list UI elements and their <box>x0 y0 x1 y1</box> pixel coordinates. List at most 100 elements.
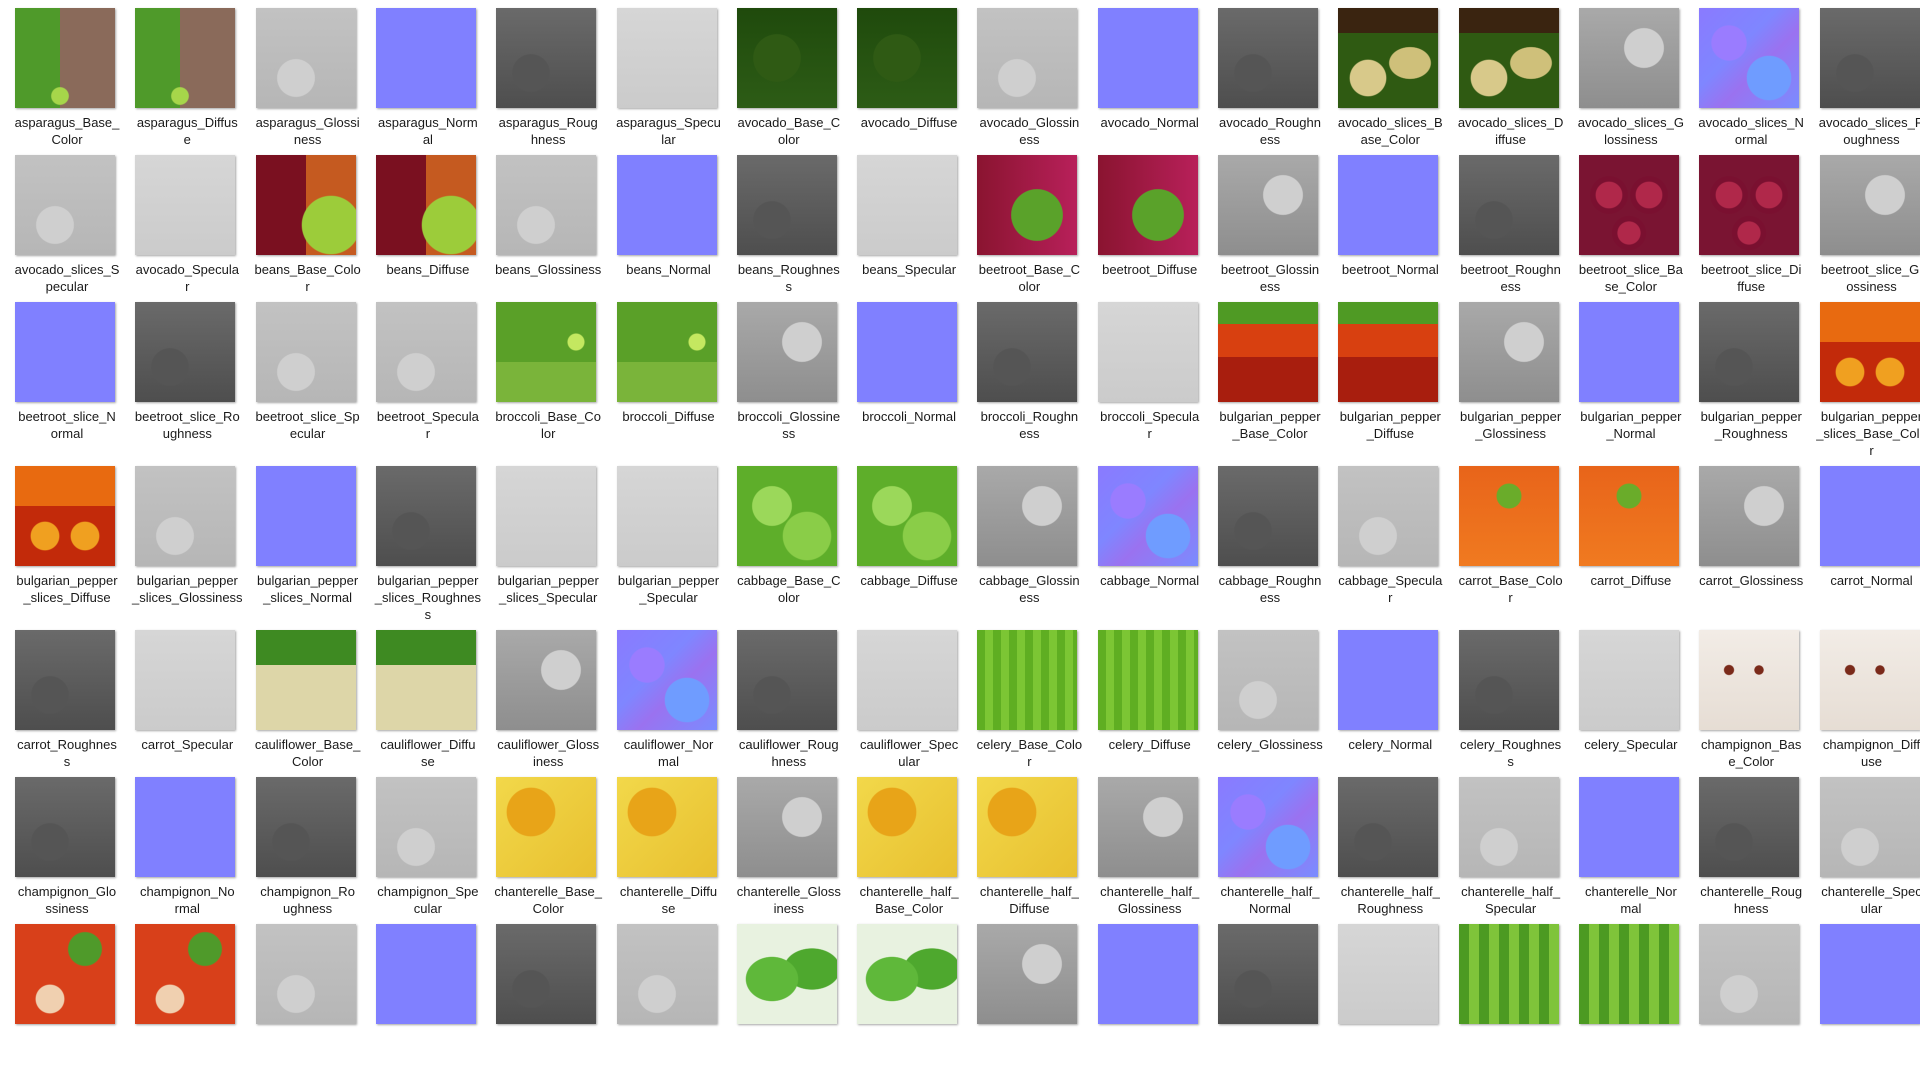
file-name-line: ess <box>1019 132 1040 147</box>
file-name-line: carrot_Normal <box>1830 573 1913 588</box>
texture-preview <box>857 466 958 566</box>
file-name-line: celery_Base_Colo <box>976 737 1083 752</box>
file-name-label: broccoli_Roughn ess <box>969 408 1089 442</box>
file-name-line: _slices_Normal <box>263 590 353 605</box>
file-name-label: celery_Glossiness <box>1210 736 1330 753</box>
file-name-label: chanterelle_Gloss iness <box>729 883 849 917</box>
texture-preview <box>1699 777 1800 877</box>
file-name-line: olor <box>1018 279 1041 294</box>
file-name-line: asparagus_Diffus <box>136 115 238 130</box>
texture-preview <box>1338 155 1439 255</box>
file-name-line: ss <box>782 426 796 441</box>
file-name-label: beetroot_slice_Gl ossiness <box>1812 261 1920 295</box>
file-name-label: avocado_slices_R oughness <box>1812 114 1920 148</box>
texture-preview <box>1819 777 1920 877</box>
file-name-line: cauliflower_Gloss <box>497 737 600 752</box>
texture-preview <box>736 302 837 402</box>
file-name-line: beetroot_Glossin <box>1220 262 1320 277</box>
texture-preview <box>977 302 1078 402</box>
file-name-line: beans_Diffuse <box>386 262 470 277</box>
file-name-line: beans_Roughnes <box>737 262 840 277</box>
file-name-line: _Roughness <box>1714 426 1788 441</box>
file-name-label: asparagus_Glossi ness <box>248 114 368 148</box>
texture-preview <box>977 777 1078 877</box>
texture-preview <box>616 777 717 877</box>
file-name-line: broccoli_Base_Co <box>495 409 601 424</box>
file-name-line: asparagus_Specu <box>616 115 721 130</box>
file-name-line: broccoli_Diffuse <box>622 409 715 424</box>
file-name-line: _slices_Roughnes <box>374 590 481 605</box>
file-name-line: olor <box>777 590 800 605</box>
file-name-line: chanterelle_half_ <box>1100 884 1200 899</box>
texture-preview <box>1699 8 1800 108</box>
file-name-line: beetroot_Roughn <box>1460 262 1561 277</box>
file-name-label: champignon_Diff use <box>1812 736 1920 770</box>
file-name-label: bulgarian_pepper _slices_Specular <box>488 572 608 606</box>
file-name-line: se_Color <box>1604 279 1657 294</box>
texture-preview <box>857 155 958 255</box>
file-name-line: _Specular <box>639 590 698 605</box>
file-name-line: asparagus_Roug <box>498 115 598 130</box>
texture-preview <box>736 924 837 1024</box>
file-name-line: ecular <box>289 426 326 441</box>
file-name-label: carrot_Diffuse <box>1571 572 1691 589</box>
file-name-label: bulgarian_pepper _Normal <box>1571 408 1691 442</box>
texture-preview <box>1819 630 1920 730</box>
file-name-line: Glossiness <box>1117 901 1182 916</box>
file-name-line: asparagus_Norm <box>378 115 478 130</box>
file-name-line: avocado_Specula <box>135 262 239 277</box>
file-name-label: avocado_Diffuse <box>849 114 969 131</box>
file-name-line: al <box>422 132 433 147</box>
file-name-label: avocado_slices_B ase_Color <box>1330 114 1450 148</box>
texture-preview <box>375 466 476 566</box>
file-name-line: bulgarian_pepper <box>497 573 599 588</box>
file-name-label: champignon_Bas e_Color <box>1691 736 1811 770</box>
file-name-line: chanterelle_Nor <box>1585 884 1677 899</box>
file-name-line: ormal <box>50 426 84 441</box>
file-name-line: cauliflower_Spec <box>859 737 959 752</box>
file-name-line: carrot_Base_Colo <box>1458 573 1563 588</box>
texture-preview <box>736 630 837 730</box>
texture-preview <box>135 924 236 1024</box>
file-name-label: chanterelle_half_ Roughness <box>1330 883 1450 917</box>
file-name-line: olor <box>777 132 800 147</box>
file-name-line: r <box>1027 754 1032 769</box>
texture-preview <box>135 155 236 255</box>
texture-preview <box>1097 777 1198 877</box>
texture-preview <box>1218 8 1318 108</box>
texture-preview <box>375 302 476 402</box>
file-name-line: r <box>425 426 431 441</box>
texture-preview <box>1338 924 1439 1024</box>
file-name-label: celery_Roughnes s <box>1451 736 1571 770</box>
texture-preview <box>15 924 115 1024</box>
file-name-label: avocado_slices_S pecular <box>7 261 127 295</box>
file-name-label: asparagus_Normal <box>368 114 488 148</box>
texture-preview <box>977 155 1078 255</box>
texture-preview <box>1218 155 1318 255</box>
texture-preview <box>496 155 597 255</box>
file-name-line: carrot_Roughnes <box>17 737 117 752</box>
file-name-label: bulgarian_pepper _slices_Roughnes s <box>368 572 488 623</box>
texture-preview <box>1819 8 1920 108</box>
file-name-line: beans_Specular <box>862 262 957 277</box>
texture-preview <box>1338 8 1439 108</box>
texture-preview <box>1819 155 1920 255</box>
file-name-line: carrot_Specular <box>141 737 234 752</box>
file-name-line: avocado_slices_R <box>1818 115 1920 130</box>
file-name-label: cauliflower_Base_ Color <box>248 736 368 770</box>
texture-preview <box>857 8 958 108</box>
texture-preview <box>255 155 356 255</box>
texture-preview <box>135 8 236 108</box>
file-name-line: ess <box>1259 590 1281 605</box>
texture-preview <box>135 630 236 730</box>
thumbnail-grid: asparagus_Base_ Color asparagus_Diffus e asp… <box>0 0 1920 1080</box>
file-name-line: chanterelle_half_ <box>1220 884 1320 899</box>
file-name-line: ossiness <box>1846 279 1897 294</box>
file-name-label: carrot_Specular <box>127 736 247 753</box>
file-name-line: ular <box>898 754 920 769</box>
file-name-label: chanterelle_Diffu se <box>609 883 729 917</box>
file-name-label: celery_Diffuse <box>1090 736 1210 753</box>
file-name-label: cabbage_Diffuse <box>849 572 969 589</box>
file-name-line: cabbage_Roughn <box>1218 573 1322 588</box>
file-name-line: ess <box>1500 279 1521 294</box>
